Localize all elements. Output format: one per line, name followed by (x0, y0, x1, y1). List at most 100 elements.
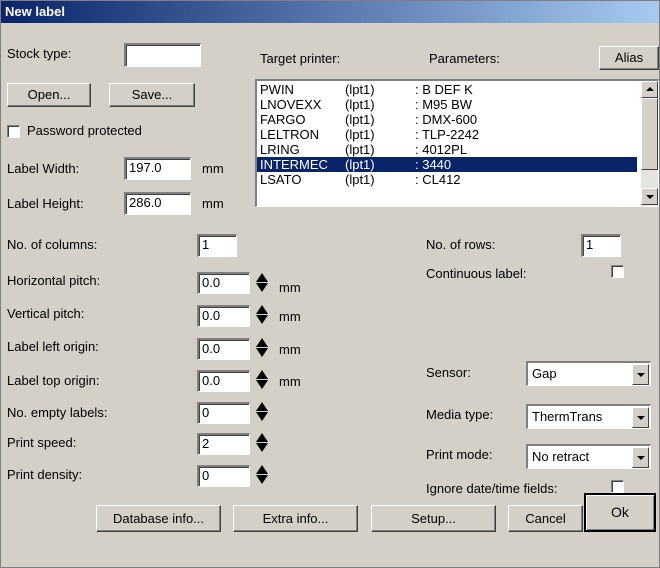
label-height-unit: mm (202, 196, 224, 211)
left-origin-spinner[interactable] (256, 338, 268, 357)
ignore-dates-checkbox[interactable] (611, 480, 624, 493)
scroll-down-button[interactable] (641, 188, 658, 205)
printer-port: (lpt1) (345, 157, 375, 172)
spin-down-icon[interactable] (256, 475, 268, 484)
ok-button[interactable]: Ok (584, 493, 656, 532)
printer-param: : 3440 (415, 157, 452, 172)
label-height-label: Label Height: (7, 196, 84, 211)
spin-up-icon[interactable] (256, 305, 268, 314)
top-origin-spinner[interactable] (256, 370, 268, 389)
stock-type-label: Stock type: (7, 46, 72, 61)
empty-labels-spinner[interactable] (256, 402, 268, 421)
horizontal-pitch-unit: mm (279, 280, 301, 295)
rows-input[interactable]: 1 (581, 234, 621, 257)
media-type-select[interactable]: ThermTrans (526, 404, 651, 429)
print-density-input[interactable]: 0 (197, 465, 250, 487)
top-origin-label: Label top origin: (7, 373, 100, 388)
media-type-dropdown-button[interactable] (632, 407, 649, 428)
media-type-label: Media type: (426, 407, 494, 422)
spin-down-icon[interactable] (256, 315, 268, 324)
spin-down-icon[interactable] (256, 283, 268, 292)
printer-row[interactable]: PWIN (lpt1) : B DEF K (257, 82, 637, 97)
left-origin-unit: mm (279, 342, 301, 357)
left-origin-label: Label left origin: (7, 339, 99, 354)
print-density-spinner[interactable] (256, 465, 268, 484)
printer-list-scrollbar[interactable] (641, 81, 658, 206)
window-title: New label (5, 4, 65, 19)
sensor-select[interactable]: Gap (526, 361, 651, 386)
columns-input[interactable]: 1 (197, 234, 237, 257)
printer-port: (lpt1) (345, 142, 375, 157)
printer-name: FARGO (260, 112, 306, 127)
empty-labels-input[interactable]: 0 (197, 402, 250, 424)
title-bar: New label (1, 1, 659, 23)
scroll-up-button[interactable] (641, 81, 658, 98)
printer-row[interactable]: LSATO (lpt1) : CL412 (257, 172, 637, 187)
continuous-checkbox[interactable] (611, 265, 624, 278)
spin-down-icon[interactable] (256, 348, 268, 357)
print-mode-label: Print mode: (426, 447, 493, 462)
printer-row[interactable]: LRING (lpt1) : 4012PL (257, 142, 637, 157)
new-label-dialog: New label Stock type: Open... Save... Pa… (0, 0, 660, 568)
chevron-down-icon (637, 416, 645, 420)
ignore-dates-label: Ignore date/time fields: (426, 481, 558, 496)
columns-label: No. of columns: (7, 237, 98, 252)
spin-up-icon[interactable] (256, 465, 268, 474)
horizontal-pitch-input[interactable]: 0.0 (197, 272, 250, 294)
print-speed-spinner[interactable] (256, 433, 268, 452)
print-mode-select[interactable]: No retract (526, 444, 651, 469)
spin-up-icon[interactable] (256, 338, 268, 347)
setup-button[interactable]: Setup... (371, 505, 496, 532)
sensor-dropdown-button[interactable] (632, 364, 649, 385)
horizontal-pitch-label: Horizontal pitch: (7, 273, 101, 288)
save-button[interactable]: Save... (109, 83, 195, 107)
vertical-pitch-label: Vertical pitch: (7, 306, 85, 321)
printer-name: PWIN (260, 82, 294, 97)
printer-param: : TLP-2242 (415, 127, 480, 142)
printer-row[interactable]: LNOVEXX (lpt1) : M95 BW (257, 97, 637, 112)
printer-row[interactable]: LELTRON (lpt1) : TLP-2242 (257, 127, 637, 142)
spin-up-icon[interactable] (256, 273, 268, 282)
left-origin-input[interactable]: 0.0 (197, 338, 250, 360)
vertical-pitch-input[interactable]: 0.0 (197, 305, 250, 327)
open-button[interactable]: Open... (7, 83, 91, 107)
database-info-button[interactable]: Database info... (96, 505, 221, 532)
printer-port: (lpt1) (345, 82, 375, 97)
horizontal-pitch-spinner[interactable] (256, 273, 268, 292)
cancel-button[interactable]: Cancel (508, 505, 583, 532)
stock-type-input[interactable] (124, 43, 201, 67)
sensor-value: Gap (532, 366, 557, 381)
chevron-up-icon (646, 87, 654, 91)
printer-row[interactable]: FARGO (lpt1) : DMX-600 (257, 112, 637, 127)
print-speed-input[interactable]: 2 (197, 433, 250, 455)
top-origin-input[interactable]: 0.0 (197, 370, 250, 392)
spin-up-icon[interactable] (256, 433, 268, 442)
chevron-down-icon (646, 195, 654, 199)
label-width-label: Label Width: (7, 161, 80, 176)
extra-info-button[interactable]: Extra info... (233, 505, 358, 532)
print-mode-value: No retract (532, 449, 590, 464)
spin-down-icon[interactable] (256, 380, 268, 389)
target-printer-list[interactable]: PWIN (lpt1) : B DEF K LNOVEXX (lpt1) : M… (255, 79, 659, 207)
alias-button[interactable]: Alias (599, 46, 659, 70)
printer-param: : B DEF K (415, 82, 473, 97)
print-mode-dropdown-button[interactable] (632, 447, 649, 468)
label-height-input[interactable]: 286.0 (124, 192, 191, 215)
target-printer-label: Target printer: (260, 51, 341, 66)
printer-name: LRING (260, 142, 300, 157)
vertical-pitch-spinner[interactable] (256, 305, 268, 324)
continuous-label: Continuous label: (426, 266, 527, 281)
printer-param: : 4012PL (415, 142, 468, 157)
printer-port: (lpt1) (345, 172, 375, 187)
spin-down-icon[interactable] (256, 443, 268, 452)
password-protected-checkbox[interactable] (7, 125, 20, 138)
spin-down-icon[interactable] (256, 412, 268, 421)
password-protected-label: Password protected (27, 123, 142, 138)
printer-port: (lpt1) (345, 97, 375, 112)
scroll-thumb[interactable] (641, 98, 658, 170)
sensor-label: Sensor: (426, 365, 471, 380)
label-width-input[interactable]: 197.0 (124, 157, 191, 180)
printer-row-selected[interactable]: INTERMEC (lpt1) : 3440 (257, 157, 637, 172)
spin-up-icon[interactable] (256, 402, 268, 411)
spin-up-icon[interactable] (256, 370, 268, 379)
